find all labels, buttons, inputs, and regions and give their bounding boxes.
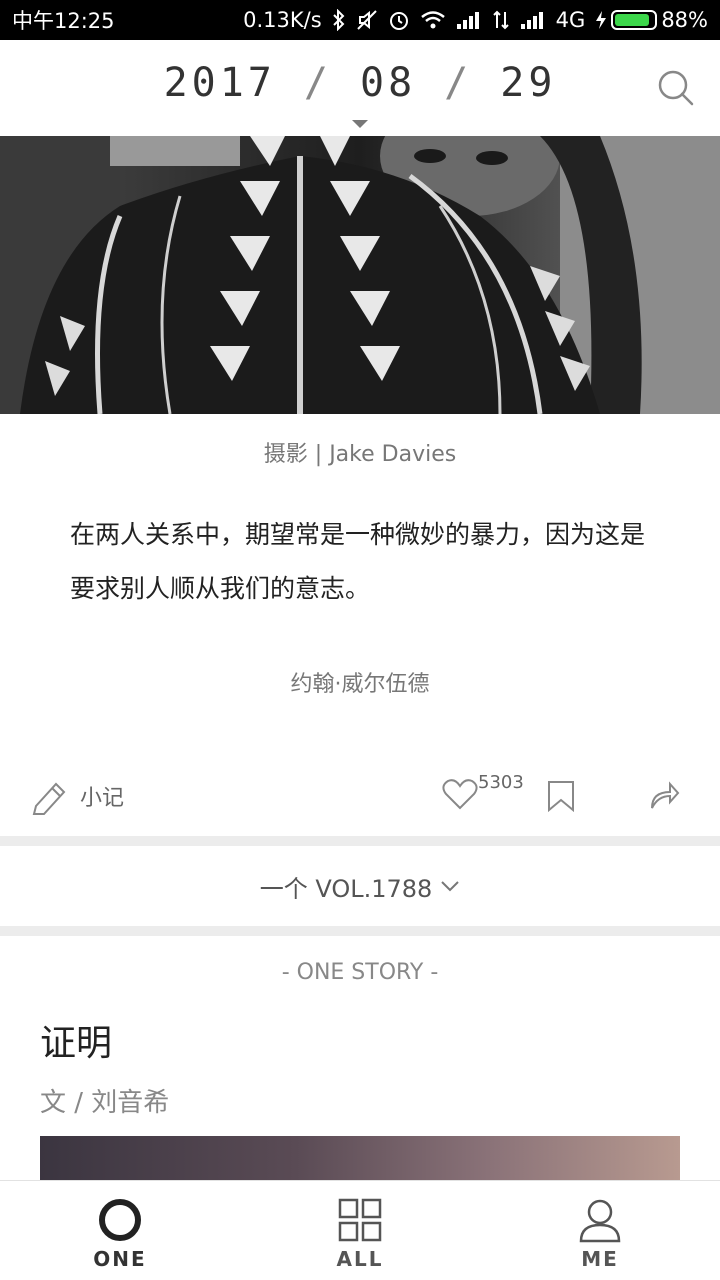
like-button[interactable] [442,778,478,814]
tab-all[interactable]: ALL [240,1181,480,1280]
volume-selector[interactable]: 一个 VOL.1788 [0,846,720,926]
share-button[interactable] [648,780,680,814]
photo-credit: 摄影 | Jake Davies [263,442,457,467]
bookmark-button[interactable] [546,780,576,816]
battery-indicator: 88% [595,8,708,32]
search-icon [658,70,694,106]
story-title[interactable]: 证明 [40,1014,112,1066]
quote-text: 在两人关系中，期望常是一种微妙的暴力，因为这是要求别人顺从我们的意志。 [70,520,646,603]
search-button[interactable] [656,68,696,108]
section-divider [0,836,720,846]
signal-icon [456,8,482,32]
tab-label: ALL [336,1247,384,1271]
bluetooth-icon [332,8,346,32]
signal-icon [520,8,546,32]
battery-icon [611,10,658,30]
note-label: 小记 [80,786,125,811]
mute-icon [356,8,378,32]
status-bar: 中午12:25 0.13K/s 4G 88% [0,0,720,40]
network-speed: 0.13K/s [243,8,322,32]
date-separator: / [303,60,332,106]
date-selector[interactable]: 2017 / 08 / 29 [0,60,720,106]
user-icon [579,1199,621,1243]
story-cover-image[interactable] [40,1136,680,1182]
tab-label: ONE [93,1247,147,1271]
charging-icon [595,8,607,32]
chevron-down-icon [441,881,460,892]
date-day: 29 [500,60,557,106]
pencil-icon [32,782,66,815]
note-button[interactable]: 小记 [30,776,124,816]
like-count: 5303 [478,772,524,793]
story-author: 文 / 刘音希 [40,1088,170,1118]
section-divider [0,926,720,936]
tab-label: ME [581,1247,619,1271]
circle-icon [99,1199,141,1241]
tab-me[interactable]: ME [480,1181,720,1280]
date-month: 08 [359,60,417,106]
clock: 中午12:25 [12,9,115,33]
date-header: 2017 / 08 / 29 [0,40,720,136]
wifi-icon [420,8,446,32]
quote-author: 约翰·威尔伍德 [290,672,430,697]
hero-photo[interactable] [0,136,720,414]
grid-icon [338,1198,382,1242]
heart-icon [442,779,478,810]
date-separator: / [444,60,473,106]
caret-down-icon[interactable] [352,120,368,128]
volume-label: 一个 VOL.1788 [259,874,433,903]
date-year: 2017 [163,60,276,106]
tab-one[interactable]: ONE [0,1181,240,1280]
story-category: - ONE STORY - [281,960,439,985]
alarm-icon [388,8,410,32]
network-type: 4G [555,8,586,32]
bookmark-icon [548,781,574,813]
share-icon [651,781,680,809]
battery-percent: 88% [661,8,708,32]
bottom-tab-bar: ONE ALL ME [0,1180,720,1280]
action-row: 小记 5303 [0,768,720,828]
data-arrows-icon [492,8,510,32]
